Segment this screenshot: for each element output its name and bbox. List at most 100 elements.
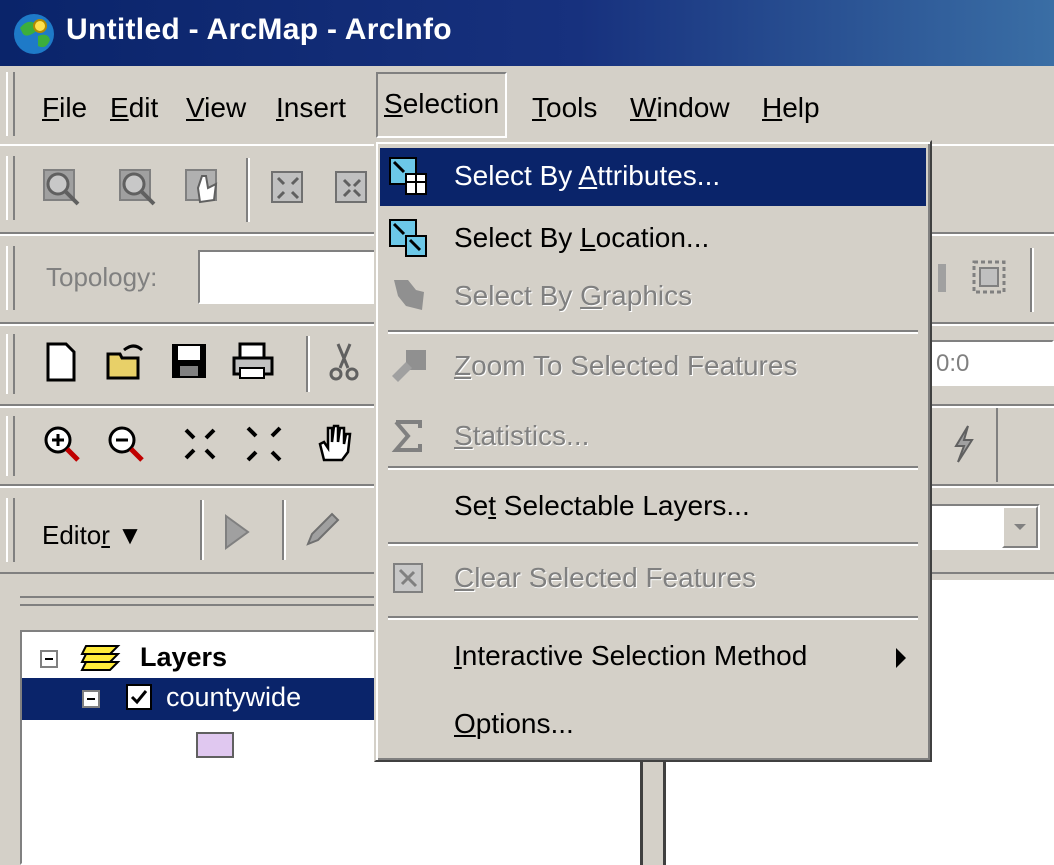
menu-window[interactable]: Window	[624, 88, 736, 128]
checkmark-icon	[130, 690, 148, 705]
label-accel: Z	[454, 350, 472, 381]
label-accel: A	[578, 160, 598, 191]
label-accel: I	[454, 640, 462, 671]
menu-edit-label: dit	[128, 92, 159, 123]
collapse-layer-icon[interactable]	[82, 690, 100, 708]
menu-selection-label: election	[402, 88, 500, 119]
layer-visibility-checkbox[interactable]	[126, 684, 152, 710]
pan-hand-icon[interactable]	[312, 420, 356, 464]
dropdown-button[interactable]	[1002, 506, 1038, 548]
window-title: Untitled - ArcMap - ArcInfo	[66, 13, 452, 46]
toolbar-grip[interactable]	[6, 334, 15, 394]
menu-window-accel: W	[630, 92, 657, 123]
fixed-zoom-out-icon[interactable]	[116, 166, 160, 210]
menu-tools[interactable]: Tools	[526, 88, 603, 128]
menu-item-label: Select By Graphics	[454, 280, 692, 312]
pan-layout-icon[interactable]	[182, 166, 226, 210]
toolbar-grip[interactable]	[6, 498, 15, 562]
clear-selection-icon	[393, 563, 423, 593]
zoom-in-icon[interactable]	[40, 422, 84, 466]
menubar-grip[interactable]	[6, 72, 15, 136]
menu-selection[interactable]: Selection	[376, 72, 508, 138]
zoom-whole-page-icon[interactable]	[266, 166, 310, 210]
menu-item-interactive-selection-method[interactable]: Interactive Selection Method	[380, 628, 926, 686]
menu-item-clear-selected[interactable]: Clear Selected Features	[380, 550, 926, 608]
editor-label: Edito	[42, 520, 102, 550]
zoom-to-selected-icon	[392, 350, 426, 382]
toolbar-separator	[306, 336, 310, 392]
title-bar: Untitled - ArcMap - ArcInfo	[0, 0, 1054, 66]
validate-topology-icon[interactable]	[968, 256, 1012, 300]
menu-file[interactable]: File	[36, 88, 93, 128]
fixed-zoom-in-arrows-icon[interactable]	[178, 422, 222, 466]
menu-item-select-by-attributes[interactable]: Select By Attributes...	[380, 148, 926, 206]
editor-accel: r	[101, 520, 110, 550]
label-part: oom To Selected Features	[471, 350, 798, 381]
menu-view-accel: V	[186, 92, 205, 123]
menu-selection-accel: S	[384, 88, 403, 119]
menu-edit[interactable]: Edit	[104, 88, 164, 128]
open-folder-icon[interactable]	[104, 340, 148, 384]
topology-select[interactable]	[198, 250, 378, 304]
new-document-icon[interactable]	[38, 340, 82, 384]
menu-window-label: indow	[656, 92, 730, 123]
menu-item-statistics[interactable]: Statistics...	[380, 408, 926, 466]
toolbar-separator	[282, 500, 286, 560]
hyperlink-button[interactable]	[930, 408, 998, 482]
label-accel: t	[488, 490, 497, 521]
select-by-location-icon	[389, 219, 427, 257]
menu-item-select-by-graphics[interactable]: Select By Graphics	[380, 268, 926, 326]
menu-insert-accel: I	[276, 92, 284, 123]
edit-tool-arrow-icon[interactable]	[216, 510, 260, 554]
fixed-zoom-in-icon[interactable]	[40, 166, 84, 210]
save-icon[interactable]	[168, 340, 212, 384]
menu-bar: File Edit View Insert Selection Tools Wi…	[0, 66, 1054, 144]
menu-help[interactable]: Help	[756, 88, 826, 128]
arcmap-globe-icon	[14, 14, 54, 54]
label-part: Se	[454, 490, 489, 521]
menu-insert-label: nsert	[283, 92, 347, 123]
zoom-100-percent-icon[interactable]	[330, 166, 374, 210]
cut-scissors-icon[interactable]	[324, 340, 368, 384]
select-by-attributes-icon	[389, 157, 427, 195]
menu-tools-accel: T	[532, 92, 546, 123]
lightning-icon	[954, 425, 974, 463]
map-scale-box[interactable]: 0:0	[930, 340, 1054, 386]
menu-item-label: Options...	[454, 708, 574, 740]
editor-menu[interactable]: Editor ▼	[42, 520, 143, 551]
zoom-out-icon[interactable]	[104, 422, 148, 466]
toolbar-separator	[246, 158, 250, 222]
menu-insert[interactable]: Insert	[270, 88, 352, 128]
fixed-zoom-out-arrows-icon[interactable]	[242, 422, 286, 466]
label-accel: L	[580, 222, 596, 253]
menu-item-label: Clear Selected Features	[454, 562, 756, 594]
menu-item-label: Interactive Selection Method	[454, 640, 807, 672]
menu-separator	[388, 616, 918, 620]
label-part: Select By	[454, 160, 579, 191]
toolbar-grip[interactable]	[6, 246, 15, 310]
menu-item-label: Statistics...	[454, 420, 589, 452]
layer-symbol-swatch[interactable]	[196, 732, 234, 758]
label-accel: S	[454, 420, 473, 451]
layers-label[interactable]: Layers	[140, 642, 227, 673]
sketch-pencil-icon[interactable]	[300, 508, 344, 552]
menu-help-label: elp	[782, 92, 820, 123]
menu-item-options[interactable]: Options...	[380, 696, 926, 754]
menu-edit-accel: E	[110, 92, 129, 123]
map-scale-value: 0:0	[936, 350, 970, 377]
print-icon[interactable]	[232, 340, 276, 384]
toolbar-grip[interactable]	[6, 156, 15, 220]
collapse-layers-icon[interactable]	[40, 650, 58, 668]
label-accel: C	[454, 562, 475, 593]
target-layer-select[interactable]	[930, 504, 1040, 550]
label-accel: O	[454, 708, 476, 739]
menu-view-label: iew	[204, 92, 247, 123]
chevron-down-icon	[1014, 524, 1026, 530]
menu-item-set-selectable-layers[interactable]: Set Selectable Layers...	[380, 478, 926, 536]
menu-view[interactable]: View	[180, 88, 252, 128]
toolbar-grip[interactable]	[6, 416, 15, 476]
label-part: Selectable Layers...	[496, 490, 750, 521]
menu-item-zoom-to-selected[interactable]: Zoom To Selected Features	[380, 338, 926, 396]
label-part: tatistics...	[472, 420, 590, 451]
menu-item-select-by-location[interactable]: Select By Location...	[380, 210, 926, 268]
